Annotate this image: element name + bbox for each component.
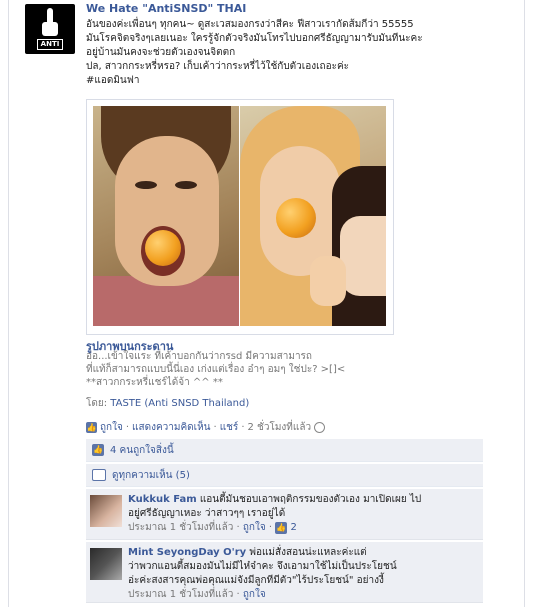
byline-label: โดย: <box>86 398 111 409</box>
comment-icon <box>92 469 106 481</box>
separator: · <box>241 422 245 433</box>
comment-text: แอนตี้มันชอบเอาพฤติกรรมของตัวเอง มาเปิดเ… <box>199 494 422 505</box>
comment-item: Mint SeyongDay O'ry พ่อแม่สั่งสอนน่ะแหละ… <box>86 542 483 603</box>
commenter-avatar[interactable] <box>90 495 122 527</box>
share-link[interactable]: แชร์ <box>220 420 239 435</box>
post-line: อันของค่ะเพื่อนๆ ทุกคน~ ดูสะเวสมองกรงว่า… <box>86 19 414 30</box>
caption-line: **สาวกกระหรี่แชร์ได้จ้า ^^ ** <box>86 377 223 388</box>
comment-like-link[interactable]: ถูกใจ <box>243 522 266 533</box>
view-all-comments-row: ดูทุกความเห็น (5) <box>86 464 483 487</box>
thumbs-up-icon: 👍 <box>275 522 288 534</box>
post-hashtag[interactable]: #แอดมินฟา <box>86 74 511 88</box>
caption-line: อ่อ...เข้าใจแระ ที่เค้าบอกกันว่ากรsd มีค… <box>86 351 312 362</box>
post-line: มันโรคจิตจริงๆเลยเนอะ ใครรู้จักตัวจริงมั… <box>86 33 423 44</box>
commenter-name[interactable]: Mint SeyongDay O'ry <box>128 547 246 558</box>
like-icon: 👍 <box>86 422 97 433</box>
comment-timestamp[interactable]: ประมาณ 1 ชั่วโมงที่แล้ว <box>128 522 233 533</box>
byline-author-link[interactable]: TASTE (Anti SNSD Thailand) <box>110 398 249 409</box>
separator: · <box>213 422 217 433</box>
commenter-avatar[interactable] <box>90 548 122 580</box>
right-border <box>524 0 525 607</box>
post-timestamp[interactable]: 2 ชั่วโมงที่แล้ว <box>248 420 312 435</box>
post-line: ปล, สาวกกระหรี่หรอ? เก็บเค้าว่ากระหรี่ไว… <box>86 61 350 72</box>
feedback-box: 👍 4 คนถูกใจสิ่งนี้ ดูทุกความเห็น (5) Kuk… <box>86 439 483 603</box>
globe-icon <box>314 422 326 433</box>
comment-body: Mint SeyongDay O'ry พ่อแม่สั่งสอนน่ะแหละ… <box>128 546 473 602</box>
orange-ball <box>145 230 181 266</box>
avatar-label: ANTI <box>36 39 64 50</box>
post-message: อันของค่ะเพื่อนๆ ทุกคน~ ดูสะเวสมองกรงว่า… <box>86 18 511 88</box>
comment-text: พ่อแม่สั่งสอนน่ะแหละค่ะแต่ <box>249 547 367 558</box>
comment-text: อ่ะค่ะสงสารคุณพ่อคุณแม่จังมีลูกทีมีตัว"ไ… <box>128 575 384 586</box>
shared-photo[interactable] <box>86 99 394 335</box>
comment-meta: ประมาณ 1 ชั่วโมงที่แล้ว · ถูกใจ <box>128 589 266 600</box>
comment-item: Kukkuk Fam แอนตี้มันชอบเอาพฤติกรรมของตัว… <box>86 489 483 540</box>
comment-text: อยู่ศรีธัญญาเหอะ ว่าสาวๆๆ เราอยู่ได้ <box>128 508 286 519</box>
post-actions: 👍 ถูกใจ · แสดงความคิดเห็น · แชร์ · 2 ชั่… <box>86 420 326 435</box>
album-caption: อ่อ...เข้าใจแระ ที่เค้าบอกกันว่ากรsd มีค… <box>86 350 406 389</box>
photo-left[interactable] <box>93 106 239 326</box>
commenter-name[interactable]: Kukkuk Fam <box>128 494 197 505</box>
byline: โดย: TASTE (Anti SNSD Thailand) <box>86 396 249 411</box>
post-line: อยู่บ้านมันคงจะช่วยตัวเองจนจิตตก <box>86 47 236 58</box>
likes-row: 👍 4 คนถูกใจสิ่งนี้ <box>86 439 483 462</box>
comment-timestamp[interactable]: ประมาณ 1 ชั่วโมงที่แล้ว <box>128 589 233 600</box>
comment-like-link[interactable]: ถูกใจ <box>243 589 266 600</box>
comment-like-count[interactable]: 2 <box>290 522 296 533</box>
thumbs-up-icon: 👍 <box>92 444 104 456</box>
comment-text: ว่าพวกแอนตี้สมองมันไม่มีไห๋จ๋าคะ จึงเอาม… <box>128 561 397 572</box>
photo-right[interactable] <box>240 106 386 326</box>
comment-link[interactable]: แสดงความคิดเห็น <box>132 420 210 435</box>
page-avatar[interactable]: ANTI <box>25 4 75 54</box>
left-border <box>8 0 9 607</box>
comment-meta: ประมาณ 1 ชั่วโมงที่แล้ว · ถูกใจ · 👍 2 <box>128 522 297 534</box>
view-all-comments-link[interactable]: ดูทุกความเห็น (5) <box>112 468 190 483</box>
middle-finger-icon <box>40 8 60 38</box>
separator: · <box>125 422 130 433</box>
likes-count-link[interactable]: 4 คนถูกใจสิ่งนี้ <box>110 443 174 458</box>
like-link[interactable]: ถูกใจ <box>100 420 123 435</box>
post-author-link[interactable]: We Hate "AntiSNSD" THAI <box>86 2 246 15</box>
orange-ball <box>276 198 316 238</box>
caption-line: ที่แท้ก็สามารถแบบนี้นี่เอง เก่งแต่เรื่อง… <box>86 364 346 375</box>
comment-body: Kukkuk Fam แอนตี้มันชอบเอาพฤติกรรมของตัว… <box>128 493 473 535</box>
